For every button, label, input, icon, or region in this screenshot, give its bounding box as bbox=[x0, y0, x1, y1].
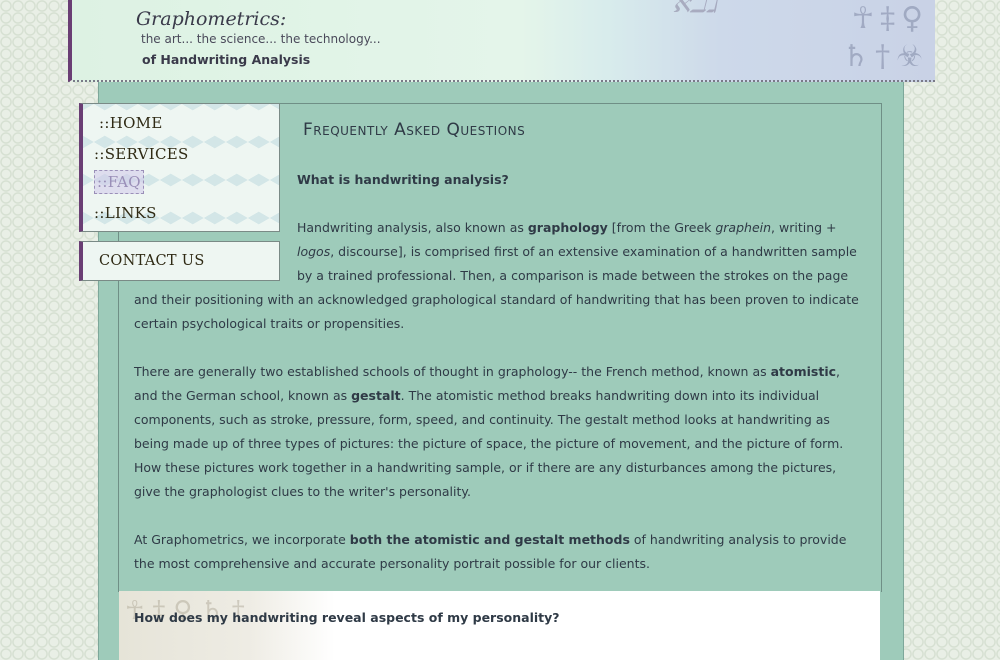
answer-paragraph: There are generally two established scho… bbox=[134, 360, 859, 504]
text-span: . The atomistic method breaks handwritin… bbox=[134, 388, 844, 499]
site-subtitle: of Handwriting Analysis bbox=[142, 52, 311, 67]
page-title: Frequently Asked Questions bbox=[303, 120, 526, 140]
answer-paragraph: At Graphometrics, we incorporate both th… bbox=[134, 528, 859, 576]
hieroglyph-decoration: ☥‡♀♄† bbox=[119, 591, 335, 660]
bold-term: both the atomistic and gestalt methods bbox=[349, 532, 630, 547]
italic-term: graphein bbox=[715, 220, 772, 235]
hieroglyph-decoration: ☥‡♀ ♄†☣ bbox=[842, 1, 929, 74]
text-span: At Graphometrics, we incorporate bbox=[134, 532, 350, 547]
bold-term: graphology bbox=[527, 220, 608, 235]
text-span: There are generally two established scho… bbox=[134, 364, 771, 379]
site-logo[interactable]: Graphometrics: bbox=[136, 8, 286, 30]
faq-item-box: ☥‡♀♄† How does my handwriting reveal asp… bbox=[119, 591, 880, 660]
question-heading: How does my handwriting reveal aspects o… bbox=[134, 610, 560, 625]
question-heading: What is handwriting analysis? bbox=[297, 172, 509, 187]
text-span: [from the Greek bbox=[607, 220, 716, 235]
site-tagline: the art... the science... the technology… bbox=[141, 32, 381, 46]
site-header: ℵℶℷ ☥‡♀ ♄†☣ Graphometrics: the art... the… bbox=[68, 0, 935, 82]
bold-term: gestalt bbox=[351, 388, 401, 403]
nav-clearance bbox=[134, 192, 297, 288]
faq-content: What is handwriting analysis? Handwritin… bbox=[134, 168, 859, 576]
hieroglyph-decoration-top: ℵℶℷ bbox=[672, 0, 718, 18]
nav-services-link[interactable]: ::SERVICES bbox=[94, 145, 189, 163]
italic-term: logos bbox=[297, 244, 331, 259]
nav-home-link[interactable]: ::HOME bbox=[99, 114, 163, 132]
text-span: Handwriting analysis, also known as bbox=[297, 220, 528, 235]
text-span: , writing + bbox=[771, 220, 837, 235]
bold-term: atomistic bbox=[770, 364, 837, 379]
